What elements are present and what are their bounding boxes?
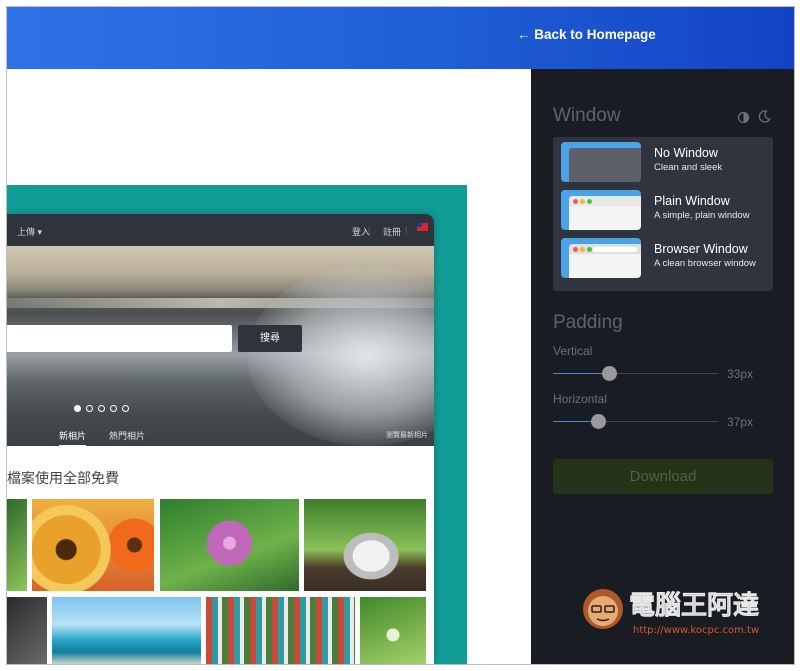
vertical-slider[interactable] xyxy=(553,366,718,381)
option-title: Browser Window xyxy=(654,242,748,256)
photo-thumbnail[interactable] xyxy=(52,597,201,664)
horizontal-slider[interactable] xyxy=(553,414,718,429)
top-bar: ← Back to Homepage xyxy=(7,7,794,69)
photo-thumbnail[interactable] xyxy=(7,499,27,591)
language-flag-icon[interactable] xyxy=(417,223,428,231)
nav-register[interactable]: 註冊 xyxy=(383,225,401,238)
horizontal-label: Horizontal xyxy=(553,392,608,406)
option-description: Clean and sleek xyxy=(654,162,723,173)
photo-thumbnail[interactable] xyxy=(160,499,299,591)
nav-upload[interactable]: 上傳 ▾ xyxy=(17,225,42,238)
window-style-options: No Window Clean and sleek Plain Window A… xyxy=(553,137,773,291)
option-description: A simple, plain window xyxy=(654,210,750,221)
dark-mode-icon[interactable] xyxy=(758,110,771,123)
option-browser-window[interactable]: Browser Window A clean browser window xyxy=(561,238,771,286)
preview-canvas: 上傳 ▾ 登入 | 註冊 | 搜尋 新相片 熱門相片 瀏覽最新相片 檔案使用全部… xyxy=(7,69,531,664)
vertical-value: 33px xyxy=(727,367,754,381)
search-input[interactable] xyxy=(7,325,232,352)
carousel-dot[interactable] xyxy=(110,405,117,412)
horizontal-slider-handle[interactable] xyxy=(590,414,606,429)
tab-popular-photos[interactable]: 熱門相片 xyxy=(109,429,145,442)
browser-window-thumbnail xyxy=(561,238,641,278)
theme-toggle-icon[interactable] xyxy=(737,111,750,124)
option-description: A clean browser window xyxy=(654,258,756,269)
back-to-homepage-link[interactable]: ← Back to Homepage xyxy=(517,27,656,42)
window-heading: Window xyxy=(553,105,621,126)
horizontal-value: 37px xyxy=(727,415,754,429)
watermark-logo: 電腦王阿達 http://www.kocpc.com.tw xyxy=(583,589,759,636)
option-no-window[interactable]: No Window Clean and sleek xyxy=(561,142,771,182)
carousel-dots xyxy=(74,405,129,415)
carousel-dot[interactable] xyxy=(74,405,81,412)
download-button[interactable]: Download xyxy=(553,459,773,494)
plain-window-thumbnail xyxy=(561,190,641,230)
nav-divider: | xyxy=(368,225,371,235)
option-title: Plain Window xyxy=(654,194,730,208)
carousel-dot[interactable] xyxy=(98,405,105,412)
photo-thumbnail[interactable] xyxy=(32,499,154,591)
padding-heading: Padding xyxy=(553,312,623,333)
vertical-slider-handle[interactable] xyxy=(602,366,618,381)
option-title: No Window xyxy=(654,146,718,160)
watermark-url: http://www.kocpc.com.tw xyxy=(633,625,759,636)
photo-thumbnail[interactable] xyxy=(206,597,355,664)
settings-sidebar: Window No Window Clean and sleek Plain W… xyxy=(531,69,794,664)
tab-new-photos[interactable]: 新相片 xyxy=(59,429,87,446)
preview-window: 上傳 ▾ 登入 | 註冊 | 搜尋 新相片 熱門相片 瀏覽最新相片 檔案使用全部… xyxy=(7,214,434,664)
no-window-thumbnail xyxy=(561,142,641,182)
option-plain-window[interactable]: Plain Window A simple, plain window xyxy=(561,190,771,230)
hero-wave-splash xyxy=(247,266,434,446)
vertical-label: Vertical xyxy=(553,344,593,358)
browse-latest-link[interactable]: 瀏覽最新相片 xyxy=(386,430,428,440)
watermark-text: 電腦王阿達 xyxy=(629,591,759,621)
carousel-dot[interactable] xyxy=(86,405,93,412)
carousel-dot[interactable] xyxy=(122,405,129,412)
photo-thumbnail[interactable] xyxy=(7,597,47,664)
photo-tabs: 新相片 熱門相片 瀏覽最新相片 xyxy=(7,424,434,446)
app-frame: ← Back to Homepage 上傳 ▾ 登入 | 註冊 | 搜尋 新相片… xyxy=(6,6,795,665)
site-navbar: 上傳 ▾ 登入 | 註冊 | xyxy=(7,214,434,246)
photo-thumbnail[interactable] xyxy=(304,499,426,591)
search-button[interactable]: 搜尋 xyxy=(238,325,302,352)
free-usage-text: 檔案使用全部免費 xyxy=(7,470,119,486)
photo-thumbnail[interactable] xyxy=(360,597,426,664)
nav-divider: | xyxy=(405,225,408,235)
hero-banner: 搜尋 新相片 熱門相片 瀏覽最新相片 xyxy=(7,246,434,446)
